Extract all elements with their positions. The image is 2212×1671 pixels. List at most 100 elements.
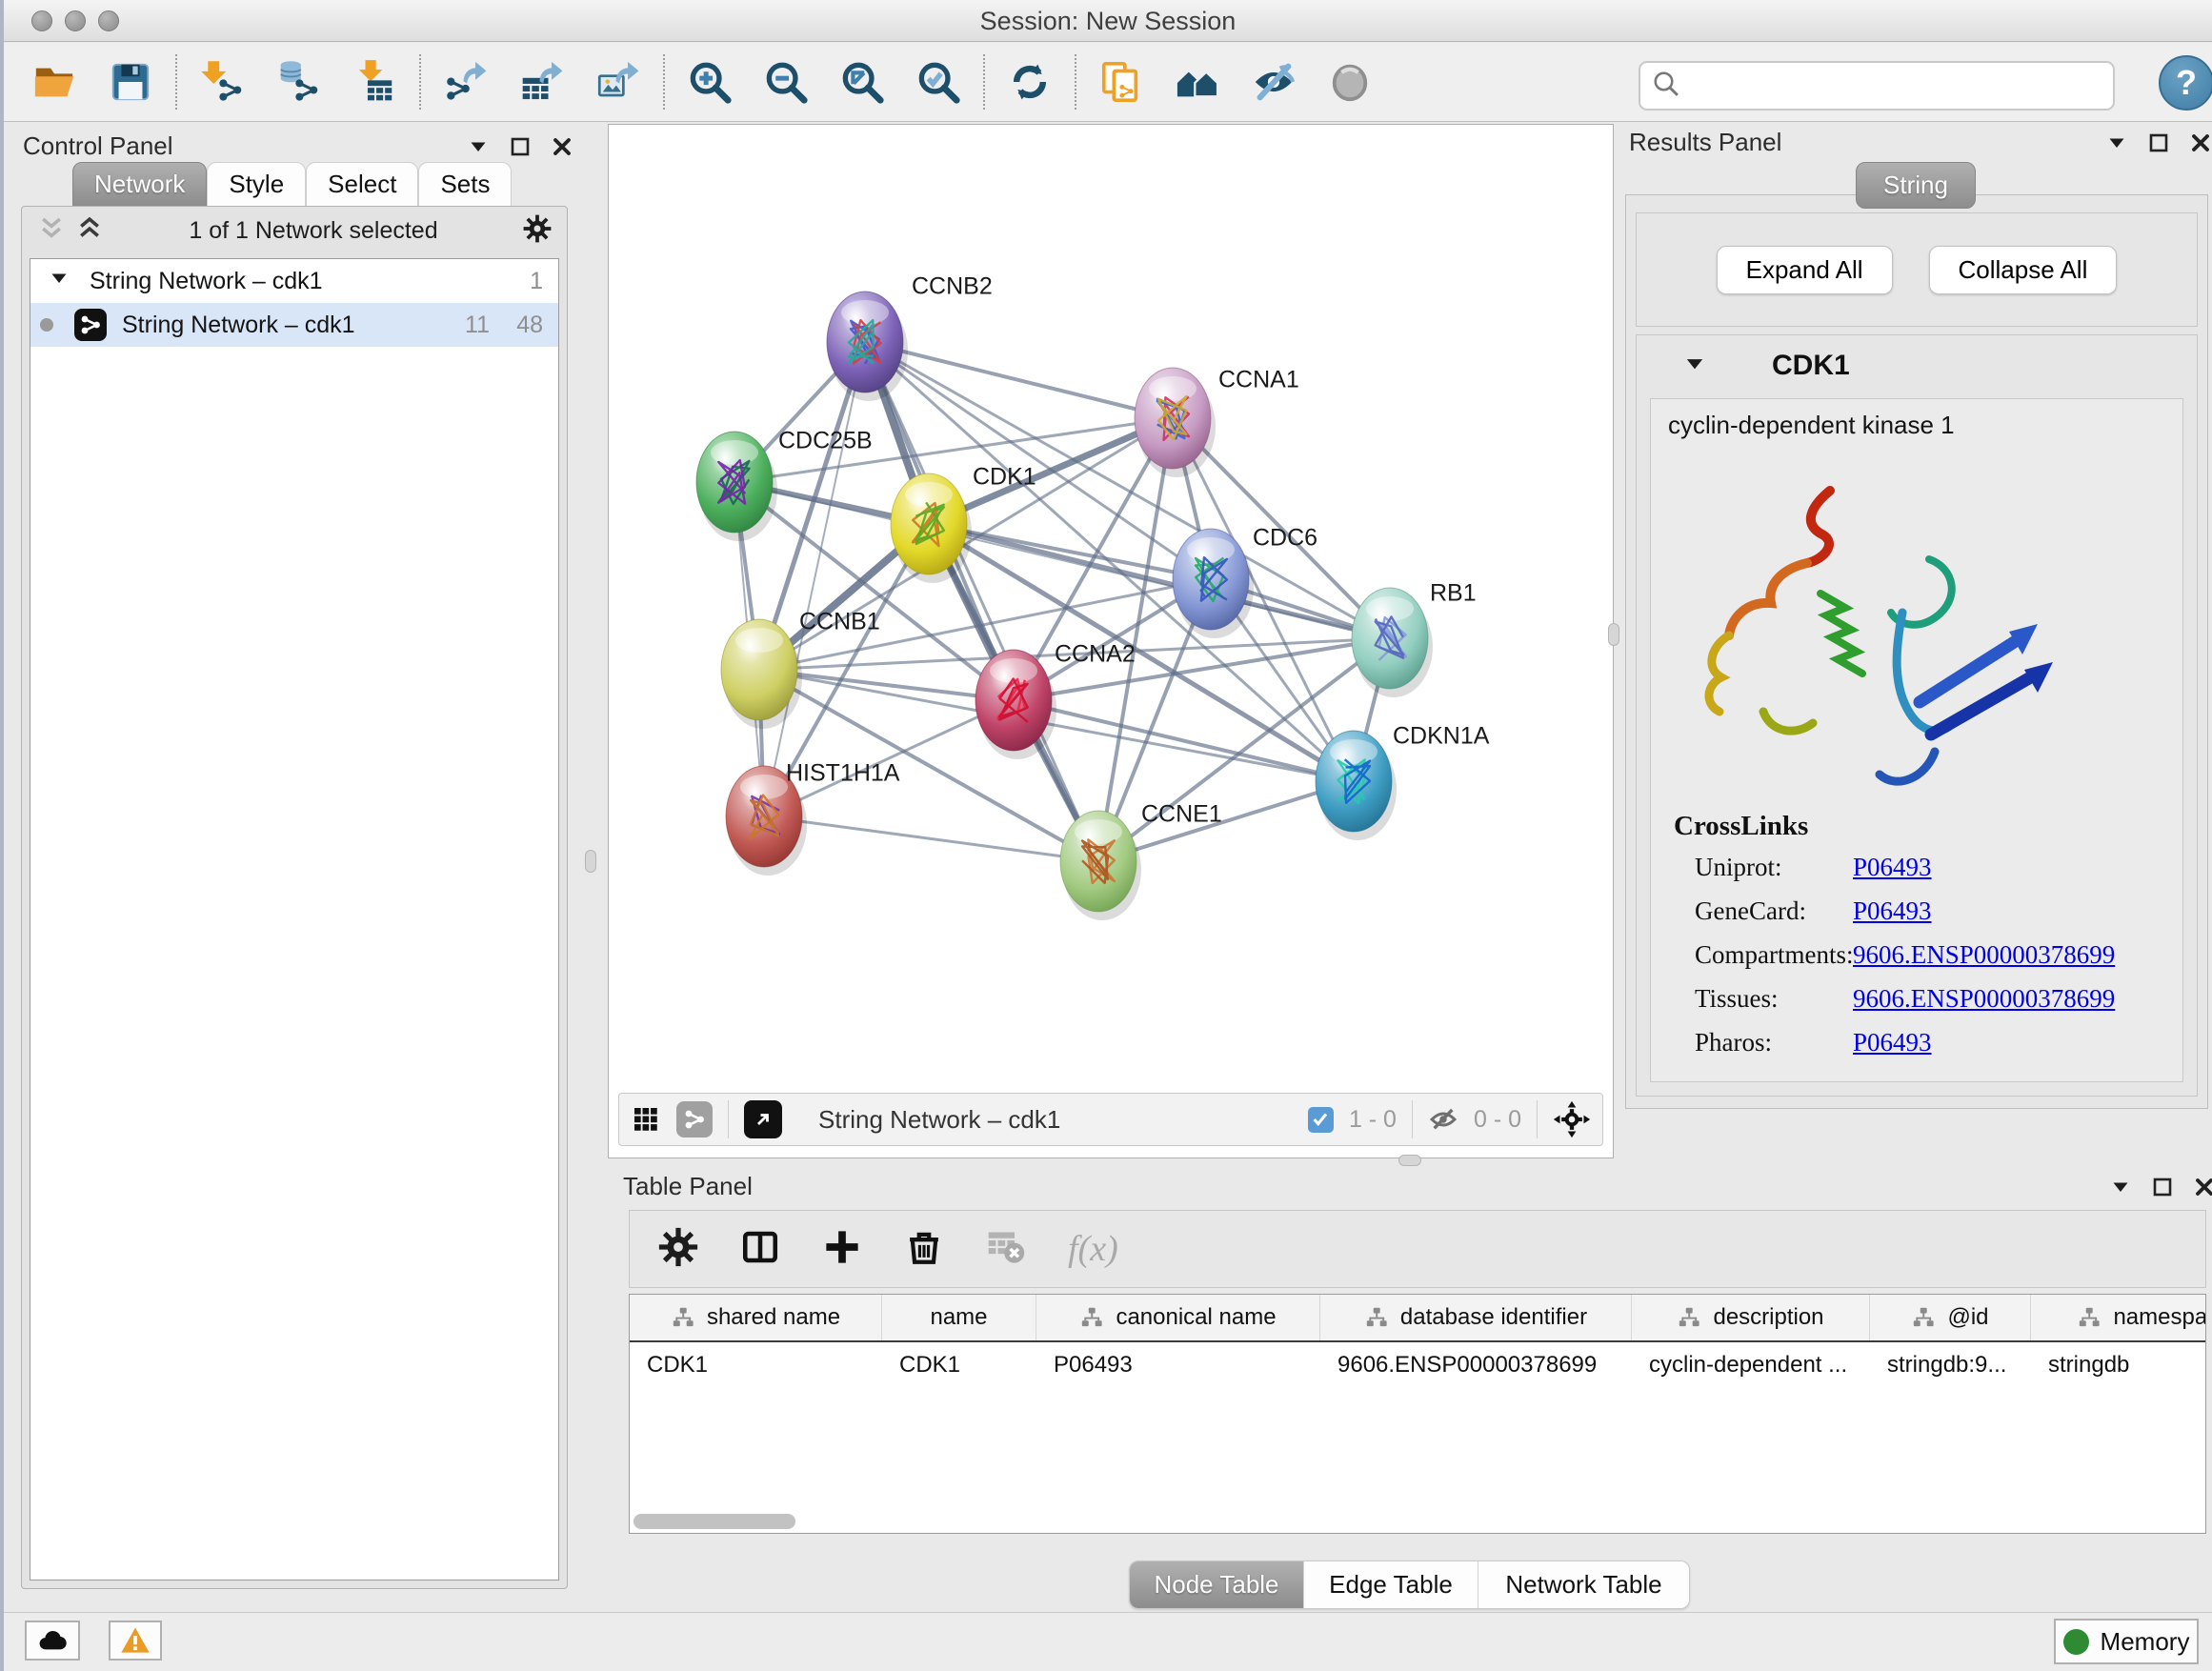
collapse-triangle-icon[interactable] bbox=[48, 267, 70, 296]
network-edge[interactable] bbox=[764, 700, 1014, 816]
export-network-button[interactable] bbox=[442, 58, 490, 106]
network-view[interactable]: CCNB2 CCNA1 CDC25B CDK1 CDC6 RB1 CCNB1 bbox=[608, 124, 1614, 1158]
table-cell[interactable]: 9606.ENSP00000378699 bbox=[1320, 1344, 1632, 1386]
network-collection-row[interactable]: String Network – cdk1 1 bbox=[30, 259, 558, 303]
column-header-database-identifier[interactable]: database identifier bbox=[1320, 1295, 1632, 1340]
collapse-all-icon[interactable] bbox=[37, 214, 66, 248]
column-header-namespace[interactable]: namespace bbox=[2031, 1295, 2206, 1340]
save-session-button[interactable] bbox=[107, 58, 154, 106]
search-input[interactable] bbox=[1680, 63, 2113, 109]
expand-all-icon[interactable] bbox=[75, 214, 104, 248]
export-table-button[interactable] bbox=[518, 58, 566, 106]
add-column-button[interactable] bbox=[822, 1227, 862, 1272]
refresh-button[interactable] bbox=[1006, 58, 1054, 106]
crosslink-link[interactable]: P06493 bbox=[1853, 853, 1932, 882]
left-splitter-handle[interactable] bbox=[585, 850, 596, 873]
column-header-name[interactable]: name bbox=[882, 1295, 1036, 1340]
string-import-button[interactable] bbox=[1097, 58, 1145, 106]
network-canvas[interactable]: CCNB2 CCNA1 CDC25B CDK1 CDC6 RB1 CCNB1 bbox=[609, 125, 1615, 1159]
cloud-button[interactable] bbox=[25, 1621, 80, 1661]
gene-entry-header[interactable]: CDK1 bbox=[1637, 335, 2197, 396]
network-node-CDC25B[interactable]: CDC25B bbox=[696, 428, 873, 541]
tab-network[interactable]: Network bbox=[72, 162, 207, 207]
help-button[interactable]: ? bbox=[2159, 55, 2212, 111]
selected-nodes-checkbox[interactable] bbox=[1308, 1107, 1334, 1133]
zoom-in-button[interactable] bbox=[686, 58, 734, 106]
network-node-CDKN1A[interactable]: CDKN1A bbox=[1316, 723, 1490, 840]
tab-node-table[interactable]: Node Table bbox=[1130, 1561, 1304, 1608]
tab-string[interactable]: String bbox=[1856, 162, 1976, 209]
network-edge[interactable] bbox=[764, 342, 865, 816]
network-edge[interactable] bbox=[865, 342, 1098, 861]
collapse-triangle-icon[interactable] bbox=[1682, 352, 1707, 381]
results-panel-close-icon[interactable] bbox=[2189, 131, 2212, 154]
pan-crosshair-icon[interactable] bbox=[1553, 1100, 1591, 1138]
column-header--id[interactable]: @id bbox=[1870, 1295, 2031, 1340]
bottom-splitter-handle[interactable] bbox=[1398, 1155, 1421, 1166]
network-node-RB1[interactable]: RB1 bbox=[1352, 580, 1477, 697]
home-button[interactable] bbox=[1174, 58, 1221, 106]
memory-button[interactable]: Memory bbox=[2054, 1619, 2199, 1664]
table-cell[interactable]: CDK1 bbox=[882, 1344, 1036, 1386]
import-network-database-button[interactable] bbox=[274, 58, 322, 106]
table-cell[interactable]: CDK1 bbox=[630, 1344, 882, 1386]
network-node-CCNB1[interactable]: CCNB1 bbox=[721, 609, 880, 729]
zoom-selected-button[interactable] bbox=[915, 58, 962, 106]
table-cell[interactable]: cyclin-dependent ... bbox=[1632, 1344, 1870, 1386]
results-panel-float-icon[interactable] bbox=[2147, 131, 2170, 154]
table-row[interactable]: CDK1CDK1P064939606.ENSP00000378699cyclin… bbox=[630, 1344, 2206, 1386]
collapse-all-button[interactable]: Collapse All bbox=[1929, 246, 2118, 294]
table-cell[interactable]: stringdb:9... bbox=[1870, 1344, 2031, 1386]
function-builder-button[interactable]: f(x) bbox=[1068, 1228, 1118, 1270]
table-panel-close-icon[interactable] bbox=[2193, 1176, 2212, 1198]
network-node-HIST1H1A[interactable]: HIST1H1A bbox=[726, 760, 900, 876]
network-node-CCNE1[interactable]: CCNE1 bbox=[1060, 801, 1222, 920]
tab-style[interactable]: Style bbox=[207, 162, 306, 207]
open-session-button[interactable] bbox=[30, 58, 78, 106]
crosslink-link[interactable]: 9606.ENSP00000378699 bbox=[1853, 940, 2115, 970]
expand-all-button[interactable]: Expand All bbox=[1717, 246, 1893, 294]
horizontal-scrollbar[interactable] bbox=[633, 1514, 795, 1529]
search-field[interactable] bbox=[1639, 61, 2115, 111]
network-node-CDK1[interactable]: CDK1 bbox=[891, 464, 1036, 583]
hidden-eye-icon[interactable] bbox=[1428, 1104, 1458, 1135]
hide-panel-button[interactable] bbox=[1250, 58, 1297, 106]
show-columns-button[interactable] bbox=[740, 1227, 780, 1272]
column-header-shared-name[interactable]: shared name bbox=[630, 1295, 882, 1340]
import-network-file-button[interactable] bbox=[198, 58, 246, 106]
crosslink-link[interactable]: 9606.ENSP00000378699 bbox=[1853, 984, 2115, 1014]
tab-sets[interactable]: Sets bbox=[418, 162, 512, 207]
control-panel-close-icon[interactable] bbox=[551, 135, 573, 158]
network-edge[interactable] bbox=[865, 342, 1173, 418]
tab-select[interactable]: Select bbox=[306, 162, 418, 207]
crosslink-link[interactable]: P06493 bbox=[1853, 1028, 1932, 1057]
table-panel-menu-icon[interactable] bbox=[2109, 1176, 2132, 1198]
import-table-file-button[interactable] bbox=[351, 58, 398, 106]
delete-button[interactable] bbox=[904, 1227, 944, 1272]
delete-table-button[interactable] bbox=[986, 1227, 1026, 1272]
right-splitter-handle[interactable] bbox=[1608, 623, 1619, 646]
zoom-out-button[interactable] bbox=[762, 58, 810, 106]
birds-eye-grid-icon[interactable] bbox=[631, 1104, 661, 1135]
network-edge[interactable] bbox=[764, 816, 1098, 861]
warning-button[interactable] bbox=[109, 1621, 162, 1661]
crosslink-link[interactable]: P06493 bbox=[1853, 896, 1932, 926]
zoom-fit-button[interactable] bbox=[838, 58, 886, 106]
tab-edge-table[interactable]: Edge Table bbox=[1304, 1561, 1478, 1608]
control-panel-menu-icon[interactable] bbox=[467, 135, 490, 158]
network-node-CCNA2[interactable]: CCNA2 bbox=[975, 641, 1136, 759]
gear-icon[interactable] bbox=[523, 214, 552, 248]
export-image-button[interactable] bbox=[594, 58, 642, 106]
eye-disabled-button[interactable] bbox=[1326, 58, 1374, 106]
results-panel-menu-icon[interactable] bbox=[2105, 131, 2128, 154]
network-row[interactable]: String Network – cdk1 11 48 bbox=[30, 303, 558, 347]
table-cell[interactable]: P06493 bbox=[1036, 1344, 1320, 1386]
control-panel-float-icon[interactable] bbox=[509, 135, 532, 158]
column-header-description[interactable]: description bbox=[1632, 1295, 1870, 1340]
gear-button[interactable] bbox=[658, 1227, 698, 1272]
tab-network-table[interactable]: Network Table bbox=[1478, 1561, 1689, 1608]
table-panel-float-icon[interactable] bbox=[2151, 1176, 2174, 1198]
column-header-canonical-name[interactable]: canonical name bbox=[1036, 1295, 1320, 1340]
open-in-window-icon[interactable] bbox=[744, 1100, 782, 1138]
table-cell[interactable]: stringdb bbox=[2031, 1344, 2206, 1386]
